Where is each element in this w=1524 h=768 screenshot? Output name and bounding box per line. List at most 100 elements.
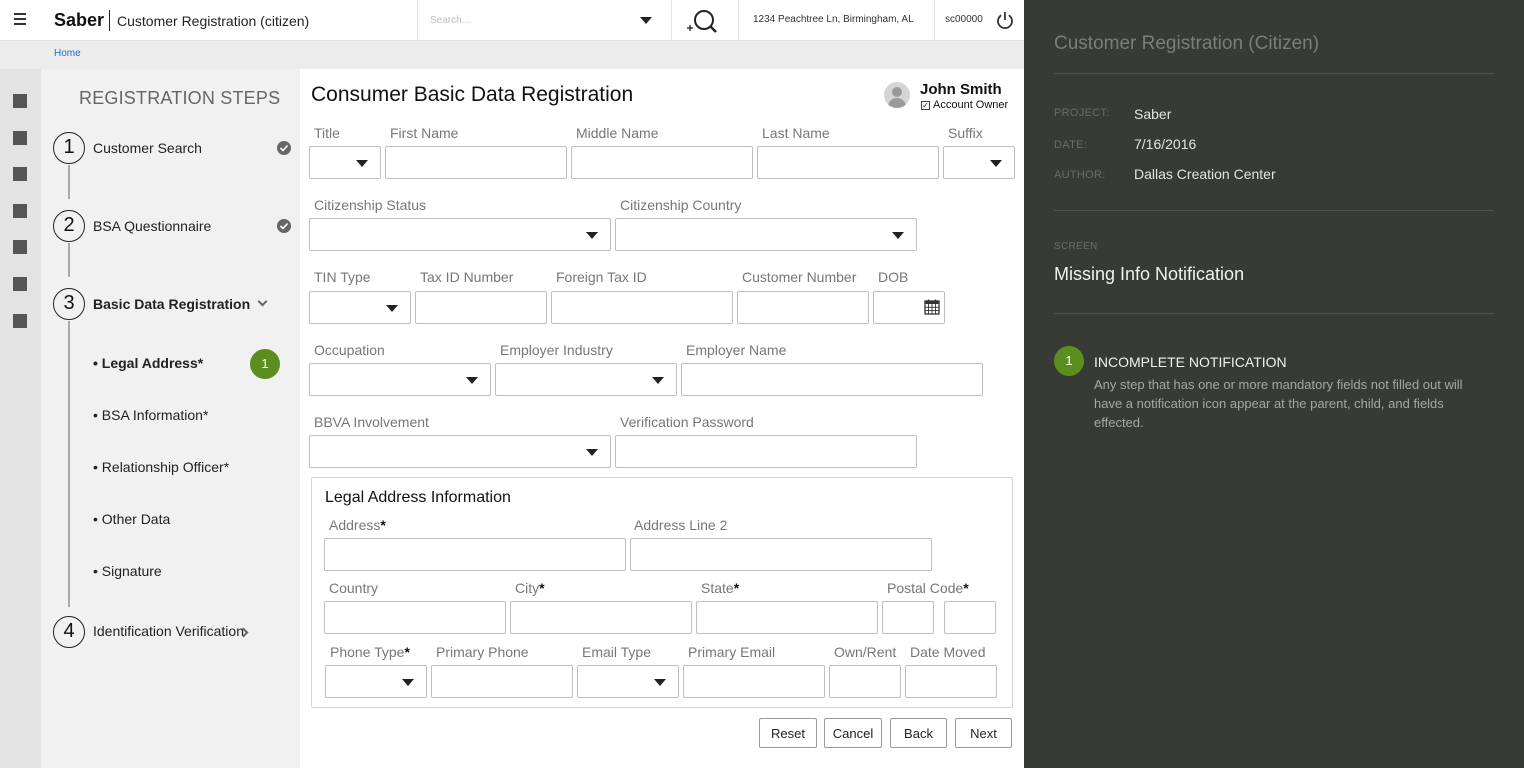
step-connector <box>68 243 70 277</box>
next-button[interactable]: Next <box>955 718 1012 748</box>
suffix-select[interactable] <box>943 146 1015 179</box>
foreign-tax-id-field[interactable] <box>551 291 733 324</box>
country-field[interactable] <box>324 601 506 634</box>
steps-title: REGISTRATION STEPS <box>79 88 281 108</box>
email-type-label: Email Type <box>582 644 651 660</box>
tax-id-field[interactable] <box>415 291 547 324</box>
back-button[interactable]: Back <box>890 718 947 748</box>
step-bsa-questionnaire[interactable]: BSA Questionnaire <box>93 218 211 234</box>
breadcrumb-home-link[interactable]: Home <box>54 48 81 59</box>
calendar-icon[interactable] <box>924 299 940 315</box>
registration-steps-panel: REGISTRATION STEPS 1 Customer Search 2 B… <box>41 69 300 768</box>
legal-address-title: Legal Address Information <box>325 489 511 506</box>
last-name-field[interactable] <box>757 146 939 179</box>
bbva-involvement-select[interactable] <box>309 435 611 468</box>
primary-phone-label: Primary Phone <box>436 644 529 660</box>
topbar-divider <box>738 0 739 40</box>
brand-divider <box>109 10 110 31</box>
employer-industry-select[interactable] <box>495 363 677 396</box>
postal-code-field[interactable] <box>882 601 934 634</box>
chevron-down-icon[interactable] <box>257 296 268 307</box>
middle-name-field[interactable] <box>571 146 753 179</box>
step-connector <box>68 321 70 607</box>
incomplete-notification-badge: 1 <box>250 349 280 379</box>
form-title: Consumer Basic Data Registration <box>311 83 634 106</box>
substep-bsa-information[interactable]: • BSA Information* <box>93 407 208 423</box>
postal-code-label: Postal Code* <box>887 580 969 596</box>
divider <box>1054 73 1494 74</box>
substep-relationship-officer[interactable]: • Relationship Officer* <box>93 459 229 475</box>
rail-nav-icon[interactable] <box>13 167 27 181</box>
rail-nav-icon[interactable] <box>13 314 27 328</box>
own-rent-field[interactable] <box>829 665 901 698</box>
step-basic-data-registration[interactable]: Basic Data Registration <box>93 296 250 312</box>
divider <box>1054 313 1494 314</box>
reset-button[interactable]: Reset <box>759 718 817 748</box>
owner-role: Account Owner <box>933 99 1009 111</box>
step-connector <box>68 165 70 199</box>
citizenship-status-select[interactable] <box>309 218 611 251</box>
note-body: Any step that has one or more mandatory … <box>1094 377 1463 430</box>
substep-other-data[interactable]: • Other Data <box>93 511 170 527</box>
substep-legal-address[interactable]: • Legal Address* <box>93 355 203 371</box>
topbar-divider <box>417 0 418 40</box>
search-input[interactable] <box>420 8 660 32</box>
step-customer-search[interactable]: Customer Search <box>93 140 202 156</box>
tin-type-select[interactable] <box>309 291 411 324</box>
email-type-select[interactable] <box>577 665 679 698</box>
date-moved-field[interactable] <box>905 665 997 698</box>
primary-phone-field[interactable] <box>431 665 573 698</box>
step-1-number: 1 <box>53 132 85 164</box>
customer-number-field[interactable] <box>737 291 869 324</box>
rail-nav-icon[interactable] <box>13 204 27 218</box>
brand-name: Saber <box>54 10 105 30</box>
tax-id-label: Tax ID Number <box>420 269 514 285</box>
topbar-divider <box>671 0 672 40</box>
cancel-button[interactable]: Cancel <box>824 718 882 748</box>
top-bar: Saber Customer Registration (citizen) 12… <box>0 0 1024 41</box>
city-field[interactable] <box>510 601 692 634</box>
step-complete-check-icon <box>277 219 291 233</box>
verification-password-field[interactable] <box>615 435 917 468</box>
hamburger-menu-icon[interactable] <box>14 13 26 25</box>
app-title: Customer Registration (citizen) <box>117 13 310 29</box>
postal-code-extension-field[interactable] <box>944 601 996 634</box>
screen-key: SCREEN <box>1054 241 1098 252</box>
dob-field[interactable] <box>873 291 945 324</box>
address-field[interactable] <box>324 538 626 571</box>
rail-nav-icon[interactable] <box>13 240 27 254</box>
rail-nav-icon[interactable] <box>13 277 27 291</box>
first-name-field[interactable] <box>385 146 567 179</box>
divider <box>1054 210 1494 211</box>
avatar <box>884 82 910 108</box>
substep-signature[interactable]: • Signature <box>93 563 162 579</box>
state-field[interactable] <box>696 601 878 634</box>
customer-number-label: Customer Number <box>742 269 857 285</box>
citizenship-country-label: Citizenship Country <box>620 197 742 213</box>
occupation-select[interactable] <box>309 363 491 396</box>
power-logout-icon[interactable] <box>996 11 1014 29</box>
country-label: Country <box>329 580 379 596</box>
topbar-divider <box>934 0 935 40</box>
address-line-2-field[interactable] <box>630 538 932 571</box>
employer-name-field[interactable] <box>681 363 983 396</box>
annotation-panel: Customer Registration (Citizen) PROJECT:… <box>1024 0 1524 768</box>
citizenship-country-select[interactable] <box>615 218 917 251</box>
account-owner-checkbox[interactable]: ✓ <box>921 101 930 110</box>
date-moved-label: Date Moved <box>910 644 986 660</box>
phone-type-select[interactable] <box>325 665 427 698</box>
author-key: AUTHOR: <box>1054 169 1106 181</box>
middle-name-label: Middle Name <box>576 125 659 141</box>
title-select[interactable] <box>309 146 381 179</box>
primary-email-field[interactable] <box>683 665 825 698</box>
search-dropdown-caret-icon[interactable] <box>640 17 652 24</box>
rail-nav-icon[interactable] <box>13 94 27 108</box>
advanced-search-icon[interactable] <box>686 8 718 36</box>
bbva-involvement-label: BBVA Involvement <box>314 414 429 430</box>
step-complete-check-icon <box>277 141 291 155</box>
step-identification-verification[interactable]: Identification Verification <box>93 623 244 639</box>
rail-nav-icon[interactable] <box>13 131 27 145</box>
annotation-title: Customer Registration (Citizen) <box>1054 33 1320 54</box>
own-rent-label: Own/Rent <box>834 644 897 660</box>
note-title: INCOMPLETE NOTIFICATION <box>1094 354 1287 370</box>
